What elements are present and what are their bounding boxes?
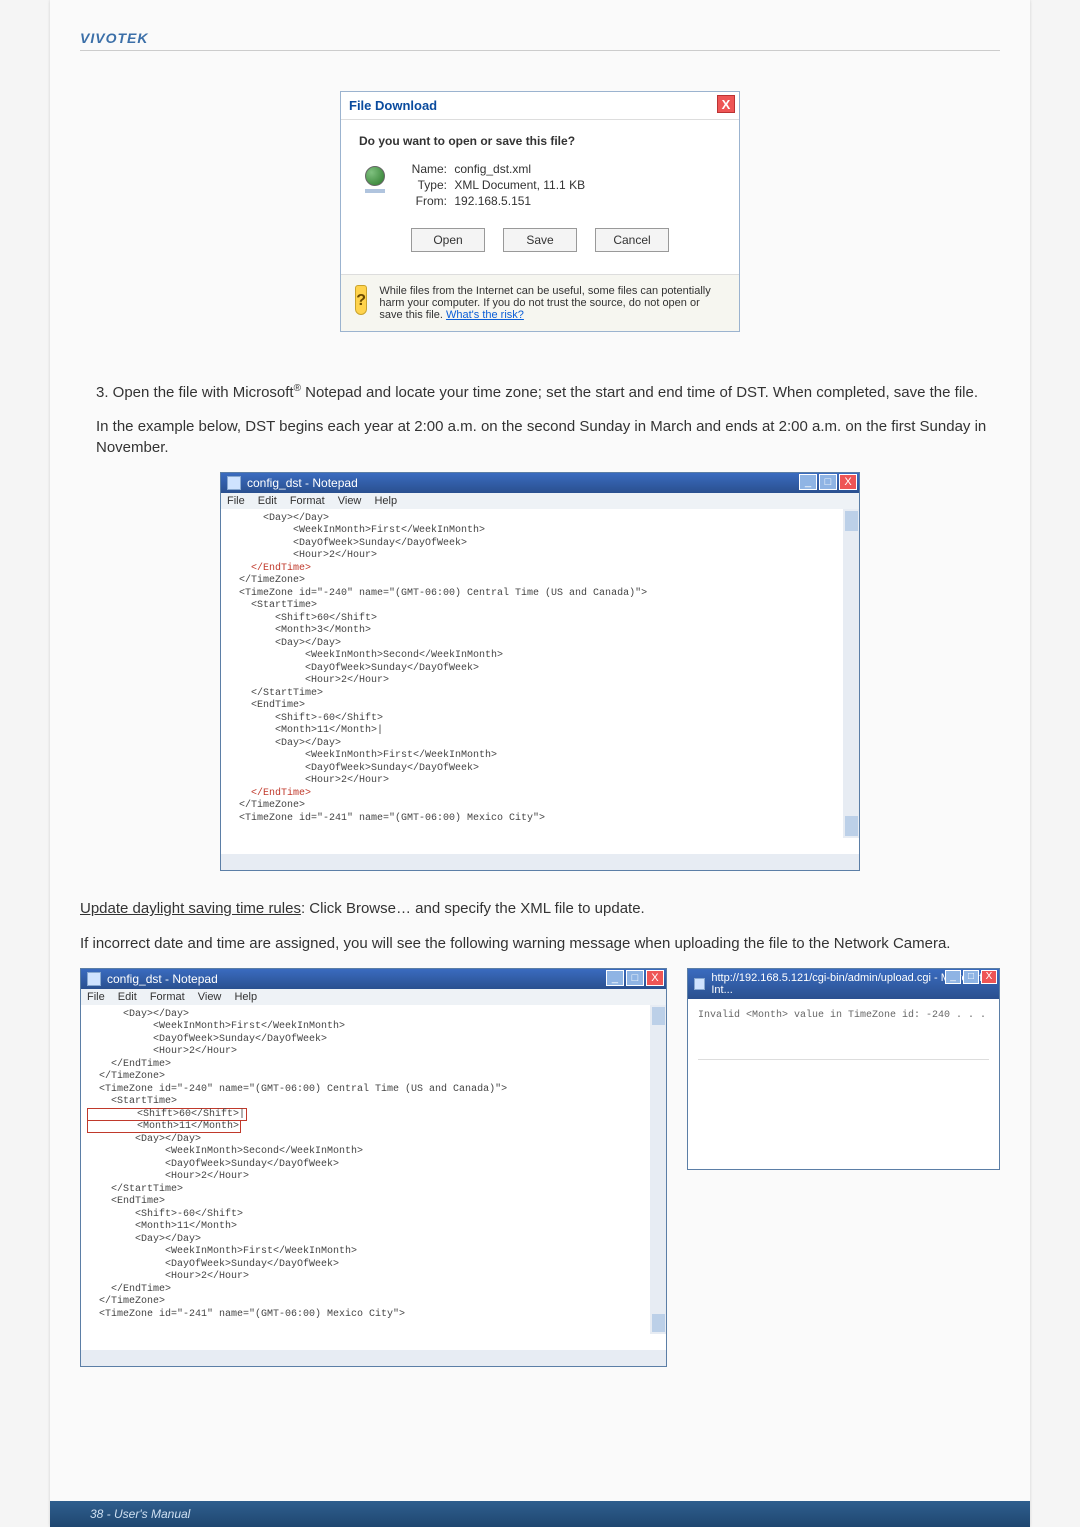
maximize-icon[interactable]: □: [626, 970, 644, 986]
name-label: Name:: [407, 162, 447, 176]
save-button[interactable]: Save: [503, 228, 577, 252]
notepad-content[interactable]: <Day></Day> <WeekInMonth>First</WeekInMo…: [81, 1005, 666, 1351]
minimize-icon[interactable]: _: [606, 970, 624, 986]
ie-icon: [694, 978, 705, 990]
example-text: In the example below, DST begins each ye…: [80, 417, 1000, 458]
np2-b: <Day></Day> <WeekInMonth>Second</WeekInM…: [87, 1134, 405, 1320]
close-icon[interactable]: X: [981, 970, 997, 984]
incorrect-warning-text: If incorrect date and time are assigned,…: [80, 934, 1000, 954]
window-buttons: _ □ X: [799, 474, 857, 490]
step3-rest: Notepad and locate your time zone; set t…: [301, 384, 978, 401]
np1-pre: <Day></Day> <WeekInMonth>First</WeekInMo…: [227, 513, 485, 562]
maximize-icon[interactable]: □: [963, 970, 979, 984]
notepad-window-2: config_dst - Notepad _ □ X File Edit For…: [80, 968, 667, 1368]
np1-tail: </TimeZone> <TimeZone id="-241" name="(G…: [227, 800, 545, 824]
vertical-scrollbar[interactable]: [650, 1005, 666, 1335]
menu-format[interactable]: Format: [150, 991, 185, 1003]
file-download-body: Do you want to open or save this file? N…: [341, 120, 739, 274]
shield-icon: ?: [355, 285, 367, 315]
window-buttons: _ □ X: [945, 970, 997, 984]
minimize-icon[interactable]: _: [799, 474, 817, 490]
open-button[interactable]: Open: [411, 228, 485, 252]
file-type: XML Document, 11.1 KB: [454, 178, 585, 192]
notepad-menu: File Edit Format View Help: [81, 989, 666, 1005]
from-label: From:: [407, 194, 447, 208]
minimize-icon[interactable]: _: [945, 970, 961, 984]
type-label: Type:: [407, 178, 447, 192]
warning-text: While files from the Internet can be use…: [379, 285, 710, 321]
notepad-window-1: config_dst - Notepad _ □ X File Edit For…: [220, 472, 860, 872]
file-info: Name: config_dst.xml Type: XML Document,…: [407, 162, 585, 210]
page-footer: 38 - User's Manual: [50, 1501, 1030, 1527]
notepad-icon: [87, 972, 101, 986]
notepad-menu: File Edit Format View Help: [221, 493, 859, 509]
ie-title-bar: http://192.168.5.121/cgi-bin/admin/uploa…: [688, 969, 999, 999]
vertical-scrollbar[interactable]: [843, 509, 859, 839]
step3-prefix: 3. Open the file with Microsoft: [96, 384, 294, 401]
ie-error-window: http://192.168.5.121/cgi-bin/admin/uploa…: [687, 968, 1000, 1170]
brand-header: VIVOTEK: [80, 30, 1000, 51]
np1-endtime2: </EndTime>: [227, 788, 311, 799]
notepad-title-text: config_dst - Notepad: [107, 972, 218, 986]
menu-help[interactable]: Help: [374, 495, 397, 507]
registered-mark: ®: [294, 383, 301, 394]
globe-icon: [359, 166, 391, 198]
file-download-title-text: File Download: [349, 98, 437, 113]
np2-bad-month: <Month>11</Month>: [87, 1120, 241, 1133]
horizontal-scrollbar[interactable]: [221, 854, 859, 870]
file-download-prompt: Do you want to open or save this file?: [359, 134, 721, 148]
notepad-icon: [227, 476, 241, 490]
menu-edit[interactable]: Edit: [258, 495, 277, 507]
step-3-text: 3. Open the file with Microsoft® Notepad…: [80, 382, 1000, 403]
file-download-dialog: File Download X Do you want to open or s…: [340, 91, 740, 332]
np2-a: <Day></Day> <WeekInMonth>First</WeekInMo…: [87, 1009, 507, 1108]
menu-format[interactable]: Format: [290, 495, 325, 507]
menu-help[interactable]: Help: [234, 991, 257, 1003]
update-rules-text: Update daylight saving time rules: Click…: [80, 899, 1000, 919]
file-from: 192.168.5.151: [454, 194, 531, 208]
file-download-title: File Download X: [341, 92, 739, 120]
ie-error-message: Invalid <Month> value in TimeZone id: -2…: [698, 1010, 986, 1021]
maximize-icon[interactable]: □: [819, 474, 837, 490]
menu-view[interactable]: View: [338, 495, 362, 507]
window-buttons: _ □ X: [606, 970, 664, 986]
ie-error-body: Invalid <Month> value in TimeZone id: -2…: [688, 999, 999, 1169]
menu-file[interactable]: File: [87, 991, 105, 1003]
menu-file[interactable]: File: [227, 495, 245, 507]
notepad-title-bar: config_dst - Notepad _ □ X: [81, 969, 666, 989]
file-name: config_dst.xml: [454, 162, 531, 176]
update-underline: Update daylight saving time rules: [80, 900, 301, 917]
file-download-footer: ? While files from the Internet can be u…: [341, 274, 739, 331]
notepad-content[interactable]: <Day></Day> <WeekInMonth>First</WeekInMo…: [221, 509, 859, 855]
whats-the-risk-link[interactable]: What's the risk?: [446, 309, 524, 321]
notepad-title-text: config_dst - Notepad: [247, 476, 358, 490]
notepad-title-bar: config_dst - Notepad _ □ X: [221, 473, 859, 493]
menu-view[interactable]: View: [198, 991, 222, 1003]
menu-edit[interactable]: Edit: [118, 991, 137, 1003]
np1-endtime1: </EndTime>: [227, 563, 311, 574]
close-icon[interactable]: X: [839, 474, 857, 490]
horizontal-scrollbar[interactable]: [81, 1350, 666, 1366]
cancel-button[interactable]: Cancel: [595, 228, 669, 252]
close-icon[interactable]: X: [646, 970, 664, 986]
close-icon[interactable]: X: [717, 95, 735, 113]
update-rest: : Click Browse… and specify the XML file…: [301, 900, 645, 917]
np2-bad-shift: <Shift>60</Shift>|: [87, 1108, 247, 1121]
np1-mid: </TimeZone> <TimeZone id="-240" name="(G…: [227, 575, 647, 786]
file-download-warning: While files from the Internet can be use…: [379, 285, 725, 321]
